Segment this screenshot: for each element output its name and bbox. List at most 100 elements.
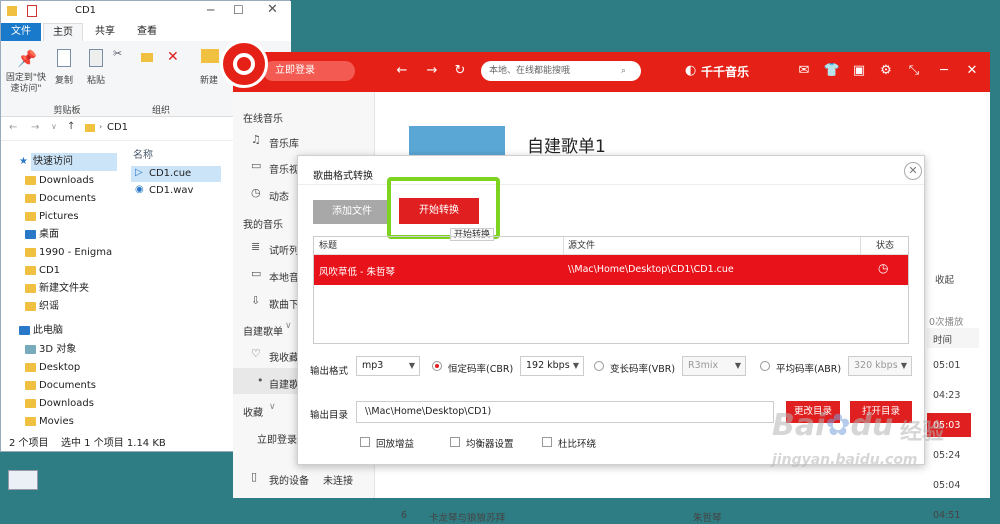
dolby-label[interactable]: 杜比环绕 (558, 436, 596, 450)
file-item[interactable]: ▷ CD1.cue (131, 166, 221, 182)
desktop-shortcut-icon[interactable] (8, 470, 38, 490)
nav-pc-documents[interactable]: Documents (25, 377, 96, 395)
toolbox-icon[interactable]: ▣ (850, 62, 868, 80)
nav-3d-objects[interactable]: 3D 对象 (25, 341, 76, 359)
abr-label[interactable]: 平均码率(ABR) (776, 361, 841, 375)
pin-icon[interactable]: 📌 (17, 49, 37, 68)
chevron-down-icon[interactable]: ∨ (269, 402, 276, 412)
skin-icon[interactable]: 👕 (823, 62, 841, 80)
tab-file[interactable]: 文件 (1, 23, 41, 41)
sidebar-item-custom-playlist[interactable]: • 自建歌 (257, 374, 299, 391)
breadcrumb[interactable]: CD1 (107, 122, 128, 133)
sidebar-item-music-library[interactable]: ♫ 音乐库 (251, 133, 299, 150)
properties-icon[interactable] (27, 5, 37, 17)
nav-new-folder[interactable]: 新建文件夹 (25, 280, 89, 298)
maximize-icon[interactable]: ☐ (233, 3, 244, 17)
move-to-icon[interactable] (141, 53, 153, 62)
sidebar-my-device[interactable]: ▯ 我的设备 (251, 470, 309, 487)
copy-icon[interactable] (57, 49, 71, 67)
nav-pc-desktop[interactable]: Desktop (25, 359, 80, 377)
back-icon[interactable]: ← (9, 122, 17, 133)
nav-downloads[interactable]: Downloads (25, 172, 94, 190)
new-button[interactable]: 新建 (199, 73, 219, 86)
refresh-icon[interactable]: ↻ (451, 62, 469, 80)
column-header-time[interactable]: 时间 (933, 332, 952, 346)
nav-movies[interactable]: Movies (25, 413, 74, 431)
close-icon[interactable]: ✕ (267, 2, 278, 17)
column-header-source[interactable]: 源文件 (568, 237, 595, 255)
minimize-icon[interactable]: ─ (935, 62, 953, 80)
computer-icon (19, 326, 30, 335)
paste-icon[interactable] (89, 49, 103, 67)
close-icon[interactable]: ✕ (963, 62, 981, 80)
up-icon[interactable]: ↑ (67, 121, 75, 132)
add-file-button[interactable]: 添加文件 (313, 200, 391, 224)
copy-button[interactable]: 复制 (51, 73, 77, 86)
heart-icon: ♡ (251, 347, 261, 360)
file-item[interactable]: ◉ CD1.wav (131, 183, 221, 199)
dolby-checkbox[interactable] (542, 437, 552, 447)
cbr-bitrate-select[interactable]: 192 kbps ▼ (520, 356, 584, 376)
nav-this-pc[interactable]: 此电脑 (19, 322, 63, 340)
mail-icon[interactable]: ✉ (795, 62, 813, 80)
sidebar-item-downloads[interactable]: ⇩ 歌曲下 (251, 294, 299, 311)
cbr-label[interactable]: 恒定码率(CBR) (448, 361, 513, 375)
vbr-radio[interactable] (594, 361, 604, 371)
equalizer-checkbox[interactable] (450, 437, 460, 447)
nav-quick-access[interactable]: ★ 快速访问 (19, 153, 117, 171)
sidebar-item-local-music[interactable]: ▭ 本地音 (251, 267, 299, 284)
nav-pc-downloads[interactable]: Downloads (25, 395, 94, 413)
vbr-label[interactable]: 变长码率(VBR) (610, 361, 675, 375)
chevron-down-icon[interactable]: ∨ (285, 321, 292, 331)
abr-radio[interactable] (760, 361, 770, 371)
nav-documents[interactable]: Documents (25, 190, 96, 208)
nav-zhiyao[interactable]: 织谣 (25, 298, 59, 316)
cbr-radio[interactable] (432, 361, 442, 371)
pending-clock-icon: ◷ (878, 261, 889, 275)
column-header-name[interactable]: 名称 (133, 146, 153, 161)
abr-bitrate-select[interactable]: 320 kbps ▼ (848, 356, 912, 376)
search-input[interactable]: 本地、在线都能搜哦 ⌕ (481, 61, 641, 81)
equalizer-label[interactable]: 均衡器设置 (466, 436, 514, 450)
mini-mode-icon[interactable]: ⤡ (905, 62, 923, 80)
forward-icon[interactable]: → (31, 122, 39, 133)
column-header-title[interactable]: 标题 (319, 237, 337, 255)
tab-view[interactable]: 查看 (127, 23, 167, 41)
dialog-close-icon[interactable]: ✕ (904, 162, 922, 180)
cut-icon[interactable]: ✂ (113, 47, 122, 60)
collapse-link[interactable]: 收起 (935, 272, 954, 286)
sidebar-item-music-video[interactable]: ▭ 音乐视 (251, 159, 299, 176)
gear-icon[interactable]: ⚙ (877, 62, 895, 80)
nav-desktop[interactable]: 桌面 (25, 226, 59, 244)
new-folder-icon[interactable] (201, 49, 219, 63)
forward-icon[interactable]: → (423, 62, 441, 80)
tab-share[interactable]: 共享 (85, 23, 125, 41)
pin-quick-access-button[interactable]: 固定到"快速访问" (3, 73, 49, 95)
section-collect[interactable]: 收藏 (243, 404, 263, 419)
vbr-preset-select[interactable]: R3mix ▼ (682, 356, 746, 376)
output-dir-input[interactable]: \\Mac\Home\Desktop\CD1) (356, 401, 774, 423)
search-icon[interactable]: ⌕ (621, 61, 626, 81)
replay-gain-checkbox[interactable] (360, 437, 370, 447)
login-button[interactable]: 立即登录 (263, 61, 355, 81)
nav-cd1[interactable]: CD1 (25, 262, 60, 280)
sidebar-login-link[interactable]: 立即登录 (257, 431, 297, 446)
song-artist[interactable]: 朱哲琴 (693, 510, 722, 524)
song-title[interactable]: 卡龙琴与狼狼苏拜 (429, 510, 505, 524)
column-header-status[interactable]: 状态 (876, 237, 894, 255)
sidebar-item-trial-list[interactable]: ≣ 试听列 (251, 240, 299, 257)
minimize-icon[interactable]: ─ (207, 3, 214, 17)
section-playlists[interactable]: 自建歌单 (243, 323, 283, 338)
sidebar-item-dynamic[interactable]: ◷ 动态 (251, 186, 289, 203)
replay-gain-label[interactable]: 回放增益 (376, 436, 414, 450)
table-row[interactable]: 风吹草低 - 朱哲琴 \\Mac\Home\Desktop\CD1\CD1.cu… (314, 255, 908, 285)
delete-icon[interactable]: ✕ (167, 49, 179, 65)
sidebar-item-favorites[interactable]: ♡ 我收藏 (251, 347, 299, 364)
output-format-select[interactable]: mp3 ▼ (356, 356, 420, 376)
tab-home[interactable]: 主页 (43, 23, 83, 41)
nav-enigma[interactable]: 1990 - Enigma (25, 244, 112, 262)
back-icon[interactable]: ← (393, 62, 411, 80)
paste-button[interactable]: 粘贴 (83, 73, 109, 86)
chevron-down-icon[interactable]: ∨ (51, 122, 57, 131)
nav-pictures[interactable]: Pictures (25, 208, 79, 226)
